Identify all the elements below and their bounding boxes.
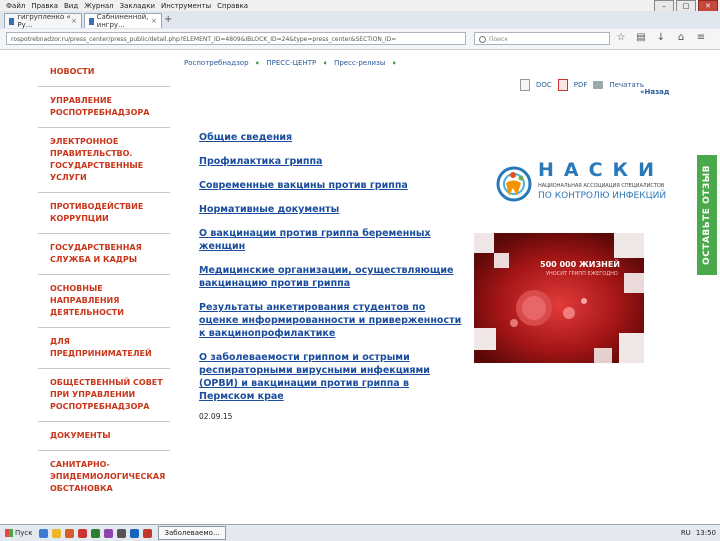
favicon-icon xyxy=(9,17,15,25)
menu-bar: Файл Правка Вид Журнал Закладки Инструме… xyxy=(0,0,720,12)
breadcrumb-item[interactable]: ПРЕСС-ЦЕНТР xyxy=(266,59,316,67)
favicon-icon xyxy=(89,17,94,25)
start-button[interactable]: Пуск xyxy=(2,529,35,537)
publish-date: 02.09.15 xyxy=(199,412,233,421)
tab-bar: гигрупленко « Ру... × Сабниненной, ингру… xyxy=(0,11,720,30)
breadcrumb: Роспотребнадзор ➧ ПРЕСС-ЦЕНТР ➧ Пресс-рели… xyxy=(184,59,397,67)
address-bar[interactable]: rospotrebnadzor.ru/press_center/press_pu… xyxy=(6,32,466,45)
sidebar: НОВОСТИ УПРАВЛЕНИЕ РОСПОТРЕБНАДЗОРА ЭЛЕК… xyxy=(38,58,170,503)
start-label: Пуск xyxy=(15,529,33,537)
doc-link[interactable]: DOC xyxy=(536,81,552,89)
banner-title: 500 000 ЖИЗНЕЙ xyxy=(540,260,620,269)
feedback-tab[interactable]: ОСТАВЬТЕ ОТЗЫВ xyxy=(697,155,717,275)
nav-bar: rospotrebnadzor.ru/press_center/press_pu… xyxy=(0,29,720,50)
arrow-right-icon: ➧ xyxy=(254,59,261,67)
naski-subtitle-2: ПО КОНТРОЛЮ ИНФЕКЦИЙ xyxy=(538,191,667,201)
menu-edit[interactable]: Правка xyxy=(31,2,58,10)
reading-list-icon[interactable]: ▤ xyxy=(634,32,648,43)
menu-bookmarks[interactable]: Закладки xyxy=(120,2,155,10)
menu-tools[interactable]: Инструменты xyxy=(161,2,211,10)
pdf-file-icon xyxy=(557,79,568,91)
close-tab-icon[interactable]: × xyxy=(71,17,77,25)
naski-subtitle: НАЦИОНАЛЬНАЯ АССОЦИАЦИЯ СПЕЦИАЛИСТОВ xyxy=(538,183,665,189)
sidebar-item-management[interactable]: УПРАВЛЕНИЕ РОСПОТРЕБНАДЗОРА xyxy=(38,87,170,128)
sidebar-item-documents[interactable]: ДОКУМЕНТЫ xyxy=(38,422,170,451)
language-indicator[interactable]: RU xyxy=(681,529,691,537)
link-general-info[interactable]: Общие сведения xyxy=(199,131,464,144)
breadcrumb-item[interactable]: Роспотребнадзор xyxy=(184,59,249,67)
naski-title: НАСКИ xyxy=(538,159,664,181)
menu-file[interactable]: Файл xyxy=(6,2,25,10)
tab-title: гигрупленко « Ру... xyxy=(17,13,71,29)
powerpoint-icon[interactable] xyxy=(143,528,153,538)
pdf-link[interactable]: PDF xyxy=(574,81,588,89)
sidebar-item-sanitary-situation[interactable]: САНИТАРНО-ЭПИДЕМИОЛОГИЧЕСКАЯ ОБСТАНОВКА xyxy=(38,451,170,503)
search-input[interactable]: Поиск xyxy=(474,32,610,45)
new-tab-button[interactable]: + xyxy=(164,14,172,25)
folder-icon[interactable] xyxy=(52,528,62,538)
sidebar-item-news[interactable]: НОВОСТИ xyxy=(38,58,170,87)
banner-subtitle: УНОСИТ ГРИПП ЕЖЕГОДНО xyxy=(546,271,618,277)
sidebar-item-public-council[interactable]: ОБЩЕСТВЕННЫЙ СОВЕТ ПРИ УПРАВЛЕНИИ РОСПОТ… xyxy=(38,369,170,422)
flu-banner[interactable]: 500 000 ЖИЗНЕЙ УНОСИТ ГРИПП ЕЖЕГОДНО xyxy=(474,233,644,363)
ie-icon[interactable] xyxy=(39,528,49,538)
link-student-survey[interactable]: Результаты анкетирования студентов по оц… xyxy=(199,301,464,340)
menu-history[interactable]: Журнал xyxy=(84,2,113,10)
link-morbidity-report[interactable]: О заболеваемости гриппом и острыми респи… xyxy=(199,351,464,403)
menu-help[interactable]: Справка xyxy=(217,2,248,10)
bookmark-star-icon[interactable]: ☆ xyxy=(614,32,628,43)
naski-logo-block[interactable]: НАСКИ НАЦИОНАЛЬНАЯ АССОЦИАЦИЯ СПЕЦИАЛИСТ… xyxy=(494,157,667,215)
menu-view[interactable]: Вид xyxy=(64,2,78,10)
media-icon[interactable] xyxy=(104,528,114,538)
home-icon[interactable]: ⌂ xyxy=(674,32,688,43)
sidebar-item-e-government[interactable]: ЭЛЕКТРОННОЕ ПРАВИТЕЛЬСТВО. ГОСУДАРСТВЕНН… xyxy=(38,128,170,193)
toolbar-icons: ☆ ▤ ↓ ⌂ ≡ xyxy=(614,32,708,43)
taskbar-window[interactable]: Заболеваемо... xyxy=(158,526,226,540)
app-icon[interactable] xyxy=(91,528,101,538)
windows-logo-icon xyxy=(5,529,13,537)
taskbar: Пуск Заболеваемо... RU 13:50 xyxy=(0,524,720,541)
sidebar-item-main-directions[interactable]: ОСНОВНЫЕ НАПРАВЛЕНИЯ ДЕЯТЕЛЬНОСТИ xyxy=(38,275,170,328)
arrow-right-icon: ➧ xyxy=(391,59,398,67)
firefox-icon[interactable] xyxy=(65,528,75,538)
clock[interactable]: 13:50 xyxy=(696,529,716,537)
system-tray: RU 13:50 xyxy=(681,529,716,537)
feedback-label: ОСТАВЬТЕ ОТЗЫВ xyxy=(702,165,712,265)
link-flu-prevention[interactable]: Профилактика гриппа xyxy=(199,155,464,168)
link-regulatory-documents[interactable]: Нормативные документы xyxy=(199,203,464,216)
link-medical-organizations[interactable]: Медицинские организации, осуществляющие … xyxy=(199,264,464,290)
opera-icon[interactable] xyxy=(78,528,88,538)
sidebar-item-entrepreneurs[interactable]: ДЛЯ ПРЕДПРИНИМАТЕЛЕЙ xyxy=(38,328,170,369)
word-icon[interactable] xyxy=(130,528,140,538)
download-icon[interactable]: ↓ xyxy=(654,32,668,43)
arrow-right-icon: ➧ xyxy=(322,59,329,67)
link-modern-vaccines[interactable]: Современные вакцины против гриппа xyxy=(199,179,464,192)
menu-icon[interactable]: ≡ xyxy=(694,32,708,43)
doc-file-icon xyxy=(520,79,530,91)
sidebar-item-anti-corruption[interactable]: ПРОТИВОДЕЙСТВИЕ КОРРУПЦИИ xyxy=(38,193,170,234)
link-pregnant-vaccination[interactable]: О вакцинации против гриппа беременных же… xyxy=(199,227,464,253)
breadcrumb-item[interactable]: Пресс-релизы xyxy=(334,59,385,67)
naski-emblem-icon xyxy=(496,166,532,202)
tab-1[interactable]: гигрупленко « Ру... × xyxy=(4,13,82,29)
back-link[interactable]: «Назад xyxy=(640,88,670,96)
print-link[interactable]: Печатать xyxy=(609,81,644,89)
document-tools: DOC PDF Печатать xyxy=(520,79,644,91)
tab-title: Сабниненной, ингру... xyxy=(96,13,149,29)
close-tab-icon[interactable]: × xyxy=(151,17,157,25)
sidebar-item-civil-service[interactable]: ГОСУДАРСТВЕННАЯ СЛУЖБА И КАДРЫ xyxy=(38,234,170,275)
explorer-icon[interactable] xyxy=(117,528,127,538)
banner-image xyxy=(474,233,644,363)
content-links: Общие сведения Профилактика гриппа Совре… xyxy=(199,131,464,421)
printer-icon xyxy=(593,81,604,89)
tab-2[interactable]: Сабниненной, ингру... × xyxy=(84,13,162,29)
